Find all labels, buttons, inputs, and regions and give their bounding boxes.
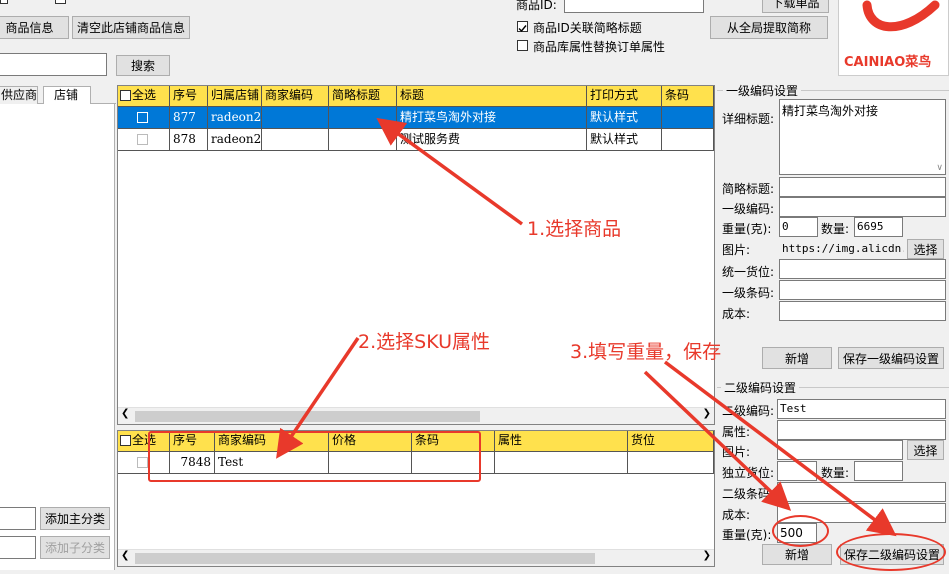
arrow-to-sku-row [276,337,360,459]
arrow-to-product-row [376,117,524,226]
arrow-to-save [663,360,897,537]
annotation-arrows [276,117,897,537]
